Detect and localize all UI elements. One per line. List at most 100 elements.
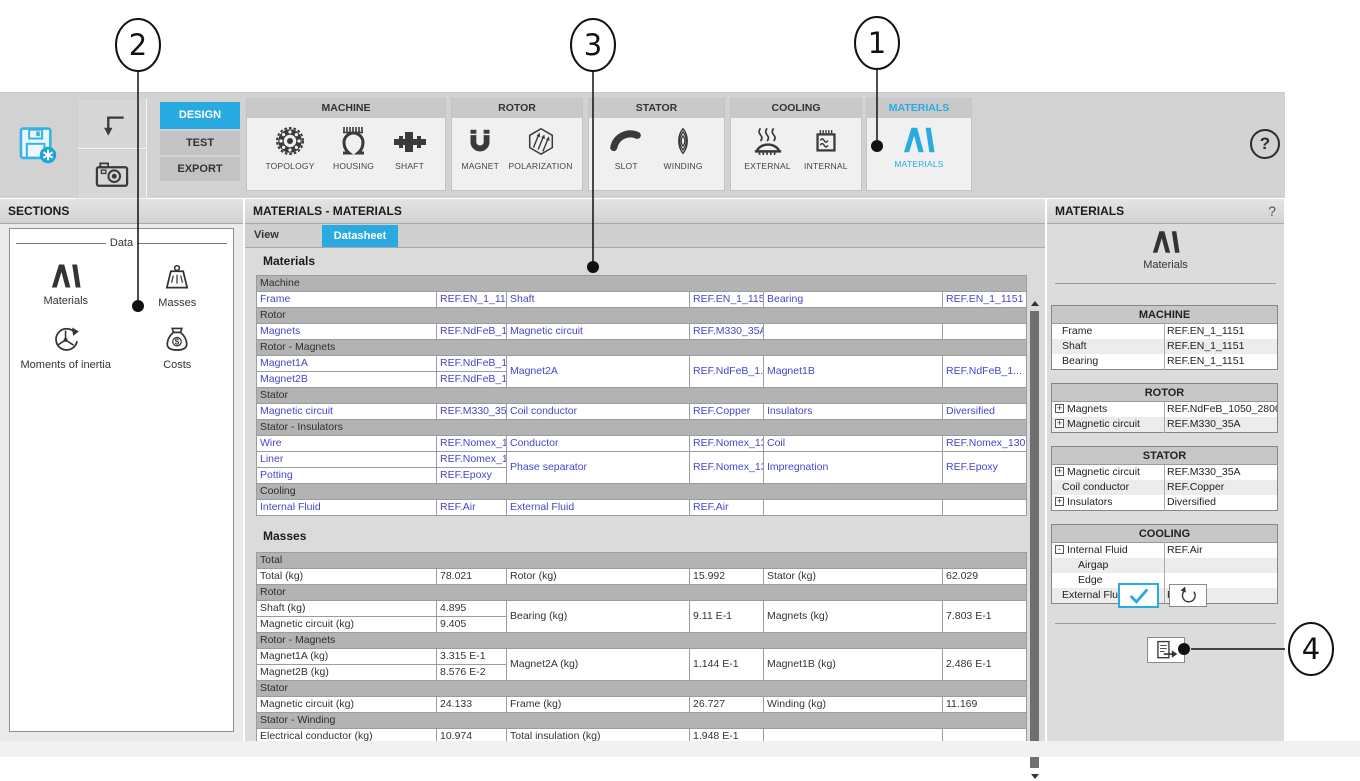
summary-label-cell[interactable]: Bearing xyxy=(1052,354,1165,370)
label-cell[interactable]: External Fluid xyxy=(507,500,690,516)
section-item-masses[interactable]: Masses xyxy=(122,263,234,309)
label-cell[interactable]: Wire xyxy=(257,436,437,452)
tab-design[interactable]: DESIGN xyxy=(160,102,240,129)
summary-label-cell[interactable]: -Internal Fluid xyxy=(1052,543,1165,559)
tab-view[interactable]: View xyxy=(245,224,319,247)
toolbar-item-materials[interactable]: MATERIALS xyxy=(894,125,943,169)
tab-export[interactable]: EXPORT xyxy=(160,157,240,181)
export-button[interactable] xyxy=(1147,637,1185,663)
toolbar-item-topology[interactable]: TOPOLOGY xyxy=(265,125,314,171)
label-cell[interactable]: Conductor xyxy=(507,436,690,452)
section-item-costs[interactable]: Costs xyxy=(122,325,234,371)
scrollbar-thumb[interactable] xyxy=(1030,311,1039,768)
value-cell[interactable]: REF.NdFeB_1... xyxy=(943,356,1027,388)
validate-button[interactable] xyxy=(1118,583,1159,608)
help-button[interactable]: ? xyxy=(1250,129,1280,159)
summary-label-cell[interactable]: +Magnetic circuit xyxy=(1052,417,1165,433)
value-cell[interactable]: REF.Air xyxy=(437,500,507,516)
summary-value-cell[interactable]: REF.NdFeB_1050_2800 xyxy=(1165,402,1278,418)
label-cell[interactable]: Magnetic circuit xyxy=(257,404,437,420)
summary-value-cell[interactable]: REF.EN_1_1151 xyxy=(1165,354,1278,370)
expand-icon[interactable]: + xyxy=(1055,497,1064,506)
label-cell[interactable]: Magnetic circuit xyxy=(507,324,690,340)
label-cell[interactable]: Magnets xyxy=(257,324,437,340)
label-cell[interactable]: Magnet1B xyxy=(764,356,943,388)
expand-icon[interactable]: + xyxy=(1055,419,1064,428)
inertia-icon xyxy=(51,325,81,353)
toolbar-item-magnet[interactable]: MAGNET xyxy=(461,125,499,171)
label-cell[interactable]: Insulators xyxy=(764,404,943,420)
label-cell[interactable]: Impregnation xyxy=(764,452,943,484)
value-cell[interactable]: REF.EN_1_1151 xyxy=(943,292,1027,308)
tab-test[interactable]: TEST xyxy=(160,131,240,155)
toolbar-item-winding[interactable]: WINDING xyxy=(664,125,703,171)
value-cell[interactable]: REF.Nomex_130 xyxy=(943,436,1027,452)
label-cell[interactable]: Internal Fluid xyxy=(257,500,437,516)
value-cell[interactable]: REF.Nomex_130 xyxy=(690,436,764,452)
value-cell[interactable]: REF.Nomex_130 xyxy=(437,452,507,468)
label-cell[interactable]: Magnet1A xyxy=(257,356,437,372)
value-cell[interactable]: REF.EN_1_1151 xyxy=(437,292,507,308)
toolbar-item-internal-cooling[interactable]: INTERNAL xyxy=(804,125,848,171)
summary-value-cell[interactable]: Diversified xyxy=(1165,495,1278,511)
scroll-up-arrow-icon[interactable] xyxy=(1031,301,1039,306)
value-cell[interactable]: REF.NdFeB_1... xyxy=(690,356,764,388)
value-cell[interactable]: REF.EN_1_1151 xyxy=(690,292,764,308)
section-item-moments-of-inertia[interactable]: Moments of inertia xyxy=(10,325,122,371)
toolbar-item-slot[interactable]: SLOT xyxy=(610,125,642,171)
value-cell[interactable]: REF.Air xyxy=(690,500,764,516)
summary-label-cell[interactable]: +Magnets xyxy=(1052,402,1165,418)
expand-icon[interactable]: + xyxy=(1055,467,1064,476)
label-cell[interactable]: Magnet2A xyxy=(507,356,690,388)
toolbar-item-external-cooling[interactable]: EXTERNAL xyxy=(744,125,790,171)
summary-label-cell[interactable]: +Magnetic circuit xyxy=(1052,465,1165,481)
value-cell[interactable]: REF.Nomex_130 xyxy=(437,436,507,452)
label-cell[interactable]: Coil xyxy=(764,436,943,452)
value-cell[interactable]: REF.M330_35A xyxy=(690,324,764,340)
label-cell[interactable]: Shaft xyxy=(507,292,690,308)
label-cell[interactable]: Frame xyxy=(257,292,437,308)
tab-datasheet[interactable]: Datasheet xyxy=(322,225,398,247)
value-cell[interactable]: REF.NdFeB_1... xyxy=(437,356,507,372)
toolbar-item-shaft[interactable]: SHAFT xyxy=(393,125,427,171)
summary-label-cell[interactable]: +Insulators xyxy=(1052,495,1165,511)
panel-help-icon[interactable]: ? xyxy=(1268,199,1276,223)
summary-label-cell[interactable]: Shaft xyxy=(1052,339,1165,354)
vertical-scrollbar[interactable] xyxy=(1029,299,1040,781)
summary-value-cell[interactable]: REF.Air xyxy=(1165,543,1278,559)
summary-label-cell[interactable]: Coil conductor xyxy=(1052,480,1165,495)
value-cell[interactable]: REF.NdFeB_1... xyxy=(437,324,507,340)
value-cell[interactable]: REF.Epoxy xyxy=(943,452,1027,484)
summary-value-cell[interactable]: REF.EN_1_1151 xyxy=(1165,324,1278,340)
summary-label-cell[interactable]: Frame xyxy=(1052,324,1165,340)
materials-badge-label: Materials xyxy=(1143,259,1188,271)
save-button[interactable] xyxy=(12,119,64,171)
collapse-icon[interactable]: - xyxy=(1055,545,1064,554)
summary-value-cell[interactable]: REF.Copper xyxy=(1165,480,1278,495)
label-cell[interactable]: Magnet2B xyxy=(257,372,437,388)
expand-icon[interactable]: + xyxy=(1055,404,1064,413)
value-cell[interactable]: REF.Epoxy xyxy=(437,468,507,484)
toolbar-item-housing[interactable]: HOUSING xyxy=(333,125,374,171)
scroll-down-arrow-icon[interactable] xyxy=(1031,774,1039,779)
summary-value-cell[interactable]: REF.M330_35A xyxy=(1165,417,1278,433)
reset-button[interactable] xyxy=(1169,584,1207,607)
summary-value-cell[interactable]: REF.EN_1_1151 xyxy=(1165,339,1278,354)
value-cell[interactable]: REF.Nomex_130 xyxy=(690,452,764,484)
table-group-row: Stator xyxy=(257,388,1027,404)
value-cell[interactable]: REF.NdFeB_1... xyxy=(437,372,507,388)
value-cell[interactable]: Diversified xyxy=(943,404,1027,420)
undo-button[interactable] xyxy=(77,98,147,149)
value-cell[interactable]: REF.Copper xyxy=(690,404,764,420)
screenshot-button[interactable] xyxy=(77,149,147,199)
label-cell[interactable]: Potting xyxy=(257,468,437,484)
label-cell[interactable]: Bearing xyxy=(764,292,943,308)
label-cell[interactable]: Liner xyxy=(257,452,437,468)
summary-value-cell[interactable]: REF.M330_35A xyxy=(1165,465,1278,481)
value-cell[interactable]: REF.M330_35A xyxy=(437,404,507,420)
label-cell[interactable]: Phase separator xyxy=(507,452,690,484)
summary-label-cell[interactable]: Airgap xyxy=(1052,558,1165,573)
label-cell[interactable]: Coil conductor xyxy=(507,404,690,420)
section-item-materials[interactable]: Materials xyxy=(10,263,122,309)
toolbar-item-polarization[interactable]: POLARIZATION xyxy=(508,125,572,171)
